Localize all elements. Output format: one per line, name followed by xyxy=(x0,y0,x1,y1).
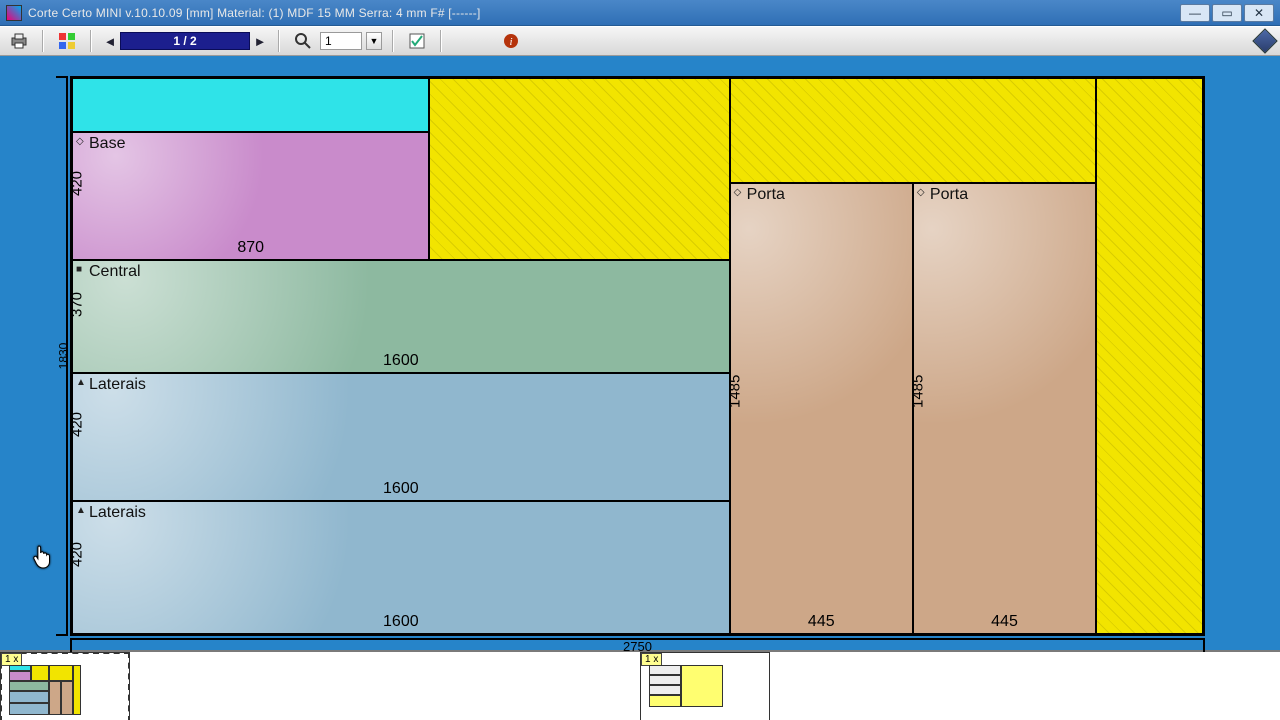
grain-icon: ◇ xyxy=(76,136,84,147)
zoom-dropdown[interactable]: ▼ xyxy=(366,32,382,50)
piece-label: Laterais xyxy=(89,504,146,522)
piece-base[interactable]: ◇ Base 420 870 xyxy=(72,132,429,260)
grain-icon: ▲ xyxy=(76,505,86,516)
page-indicator[interactable]: 1 / 2 xyxy=(120,32,250,50)
piece-label: Base xyxy=(89,135,125,153)
piece-laterais-2[interactable]: ▲ Laterais 420 1600 xyxy=(72,501,730,634)
toolbar: ◄ 1 / 2 ► ▼ i xyxy=(0,26,1280,56)
thumbnail-2[interactable]: 1 x xyxy=(640,652,770,720)
logo-icon xyxy=(1256,32,1274,50)
print-icon[interactable] xyxy=(6,30,32,52)
vertical-ruler: 1830 xyxy=(56,76,68,636)
help-icon[interactable]: i xyxy=(498,30,524,52)
app-icon xyxy=(6,5,22,21)
work-area[interactable]: 1830 2750 ◇ Base 420 870 ■ Central 37 xyxy=(0,56,1280,650)
piece-height: 1485 xyxy=(726,375,743,408)
piece-width: 445 xyxy=(991,613,1018,631)
cursor-icon xyxy=(32,544,54,570)
thumbnail-1[interactable]: 1 x xyxy=(0,652,130,720)
piece-porta-1[interactable]: ◇ Porta 1485 445 xyxy=(730,183,913,634)
titlebar: Corte Certo MINI v.10.10.09 [mm] Materia… xyxy=(0,0,1280,26)
window-title: Corte Certo MINI v.10.10.09 [mm] Materia… xyxy=(28,6,481,20)
svg-text:i: i xyxy=(509,36,512,48)
piece-width: 1600 xyxy=(383,480,419,498)
prev-page-button[interactable]: ◄ xyxy=(102,32,118,50)
piece-height: 420 xyxy=(69,171,86,196)
piece-height: 420 xyxy=(69,412,86,437)
piece-offcut-cyan[interactable] xyxy=(72,78,429,132)
minimize-button[interactable]: — xyxy=(1180,4,1210,22)
maximize-button[interactable]: ▭ xyxy=(1212,4,1242,22)
grain-icon: ◇ xyxy=(917,187,925,198)
zoom-icon[interactable] xyxy=(290,30,316,52)
piece-width: 1600 xyxy=(383,352,419,370)
sheet-height-label: 1830 xyxy=(56,343,70,370)
page-indicator-label: 1 / 2 xyxy=(173,34,196,48)
piece-width: 1600 xyxy=(383,613,419,631)
piece-width: 445 xyxy=(808,613,835,631)
thumbnail-strip: 1 x 1 x xyxy=(0,650,1280,720)
piece-height: 1485 xyxy=(909,375,926,408)
piece-waste-right-col[interactable] xyxy=(1096,78,1203,634)
zoom-input[interactable] xyxy=(320,32,362,50)
palette-icon[interactable] xyxy=(54,30,80,52)
piece-label: Laterais xyxy=(89,376,146,394)
horizontal-ruler: 2750 xyxy=(70,638,1205,650)
piece-height: 370 xyxy=(69,291,86,316)
piece-porta-2[interactable]: ◇ Porta 1485 445 xyxy=(913,183,1096,634)
piece-central[interactable]: ■ Central 370 1600 xyxy=(72,260,730,372)
piece-height: 420 xyxy=(69,542,86,567)
piece-waste-right-top[interactable] xyxy=(730,78,1096,183)
piece-width: 870 xyxy=(237,239,264,257)
piece-label: Central xyxy=(89,263,141,281)
piece-label: Porta xyxy=(930,186,968,204)
grain-icon: ▲ xyxy=(76,377,86,388)
piece-laterais-1[interactable]: ▲ Laterais 420 1600 xyxy=(72,373,730,501)
page-navigator: ◄ 1 / 2 ► xyxy=(102,32,268,50)
piece-label: Porta xyxy=(747,186,785,204)
next-page-button[interactable]: ► xyxy=(252,32,268,50)
grain-icon: ■ xyxy=(76,264,82,275)
close-button[interactable]: ✕ xyxy=(1244,4,1274,22)
options-icon[interactable] xyxy=(404,30,430,52)
piece-waste-top[interactable] xyxy=(429,78,729,260)
grain-icon: ◇ xyxy=(734,187,742,198)
cutting-sheet[interactable]: 1830 2750 ◇ Base 420 870 ■ Central 37 xyxy=(70,76,1205,636)
